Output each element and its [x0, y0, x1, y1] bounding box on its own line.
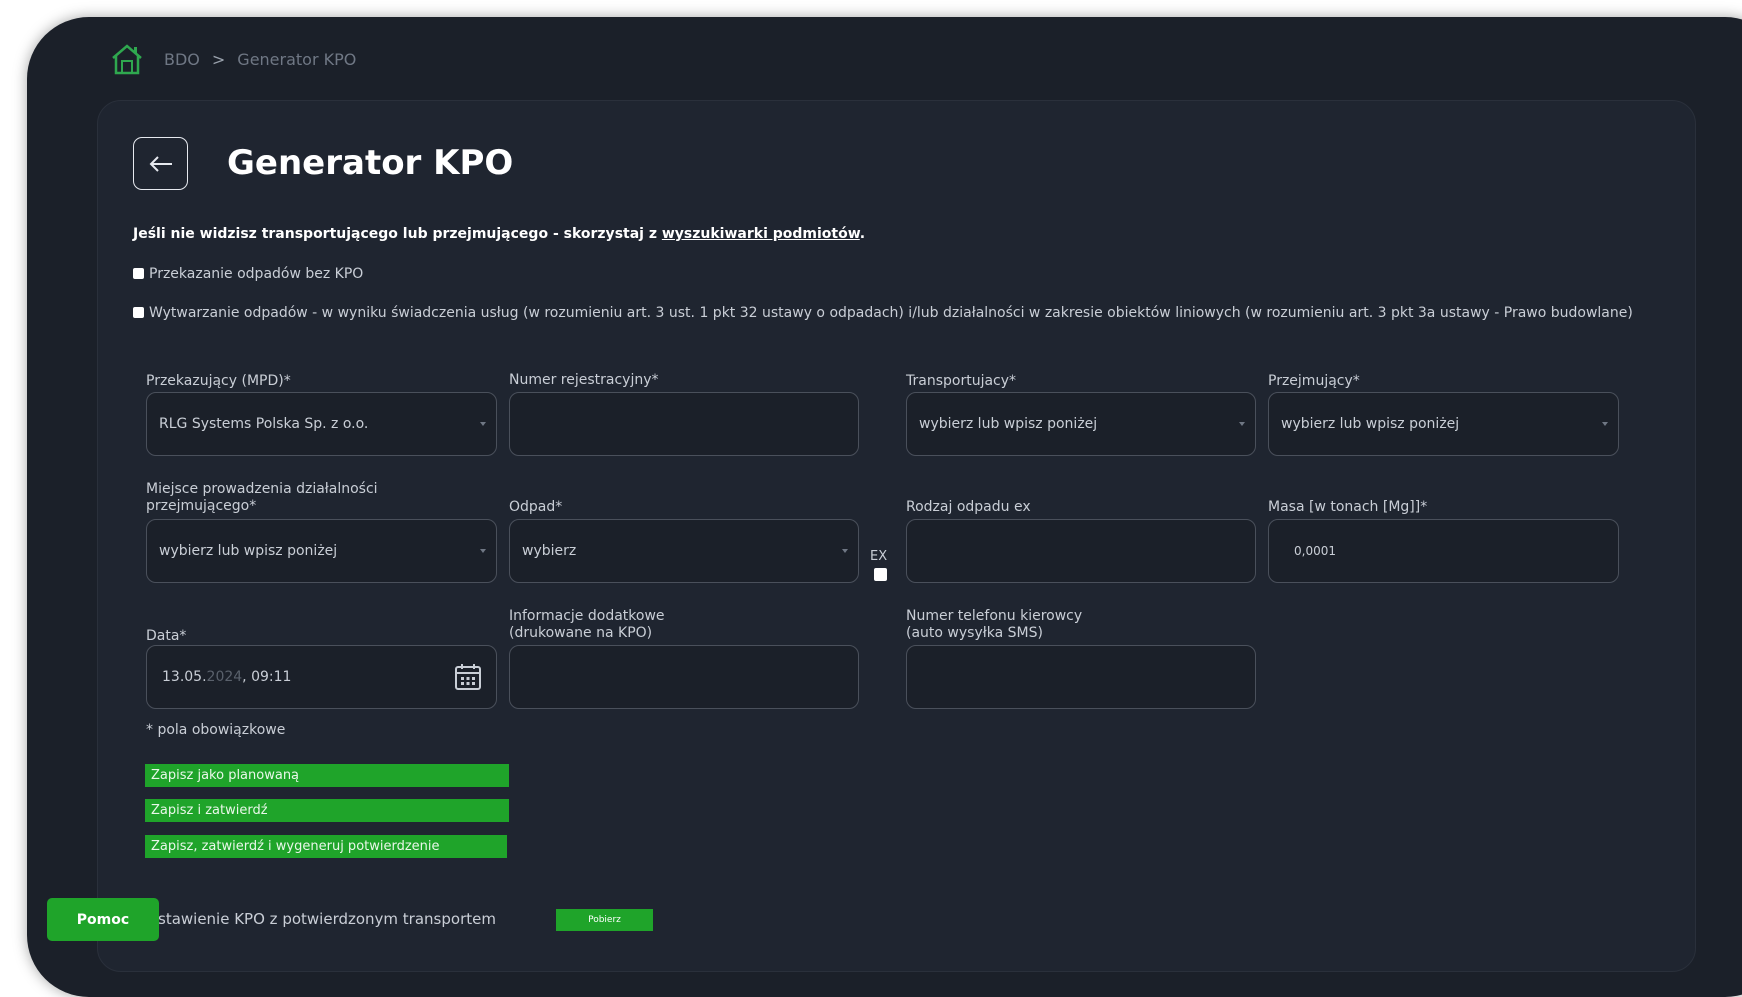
checkbox-box[interactable] [133, 307, 144, 318]
miejsce-label: Miejsce prowadzenia działalności przejmu… [146, 481, 378, 515]
save-confirm-button[interactable]: Zapisz i zatwierdź [145, 799, 509, 822]
ex-checkbox[interactable] [874, 568, 887, 581]
numer-rej-input[interactable] [509, 392, 859, 456]
notice-text-after: . [859, 226, 866, 242]
rodzaj-ex-input[interactable] [906, 519, 1256, 583]
breadcrumb-separator: > [211, 49, 226, 69]
numer-rej-label: Numer rejestracyjny* [509, 372, 659, 388]
przekazujacy-select[interactable]: RLG Systems Polska Sp. z o.o. [146, 392, 497, 456]
info-input[interactable] [509, 645, 859, 709]
rodzaj-ex-label: Rodzaj odpadu ex [906, 499, 1031, 515]
transportujacy-label: Transportujacy* [906, 373, 1017, 389]
odpad-value: wybierz [522, 543, 577, 559]
przejmujacy-value: wybierz lub wpisz poniżej [1281, 416, 1460, 432]
przejmujacy-select[interactable]: wybierz lub wpisz poniżej [1268, 392, 1619, 456]
download-button[interactable]: Pobierz [556, 909, 653, 931]
masa-label: Masa [w tonach [Mg]]* [1268, 499, 1428, 515]
date-time: , 09:11 [242, 669, 292, 685]
entity-search-link[interactable]: wyszukiwarki podmiotów [662, 226, 860, 242]
chevron-down-icon [1602, 422, 1608, 426]
arrow-left-icon [149, 155, 172, 172]
checkbox-waste-production[interactable]: Wytwarzanie odpadów - w wyniku świadczen… [133, 305, 1653, 322]
back-button[interactable] [133, 137, 188, 190]
przekazujacy-label: Przekazujący (MPD)* [146, 373, 291, 389]
info-label-line1: Informacje dodatkowe [509, 608, 665, 624]
date-year: 2024 [206, 669, 243, 685]
checkbox-box[interactable] [133, 268, 144, 279]
masa-value: 0,0001 [1294, 544, 1336, 558]
chevron-down-icon [1239, 422, 1245, 426]
date-input[interactable]: 13.05.2024, 09:11 [146, 645, 497, 709]
chevron-down-icon [842, 549, 848, 553]
home-icon[interactable] [110, 42, 144, 76]
checkbox-label: Przekazanie odpadów bez KPO [149, 266, 364, 282]
required-note: * pola obowiązkowe [146, 722, 286, 738]
telefon-label-line1: Numer telefonu kierowcy [906, 608, 1083, 624]
save-planned-button[interactable]: Zapisz jako planowaną [145, 764, 509, 787]
breadcrumb-root[interactable]: BDO [164, 50, 200, 69]
telefon-input[interactable] [906, 645, 1256, 709]
miejsce-label-line1: Miejsce prowadzenia działalności [146, 481, 378, 497]
date-value: 13.05.2024, 09:11 [162, 669, 291, 685]
info-label-line2: (drukowane na KPO) [509, 625, 653, 641]
breadcrumb-current: Generator KPO [237, 49, 357, 69]
telefon-label-line2: (auto wysyłka SMS) [906, 625, 1043, 641]
telefon-label: Numer telefonu kierowcy (auto wysyłka SM… [906, 608, 1082, 642]
page-title: Generator KPO [227, 143, 514, 183]
chevron-down-icon [480, 422, 486, 426]
breadcrumb: BDO > Generator KPO [110, 42, 356, 76]
miejsce-value: wybierz lub wpisz poniżej [159, 543, 338, 559]
transportujacy-value: wybierz lub wpisz poniżej [919, 416, 1098, 432]
notice-text-before: Jeśli nie widzisz transportującego lub p… [133, 226, 662, 242]
miejsce-label-line2: przejmującego* [146, 498, 257, 514]
notice-text: Jeśli nie widzisz transportującego lub p… [133, 226, 865, 242]
transportujacy-select[interactable]: wybierz lub wpisz poniżej [906, 392, 1256, 456]
checkbox-label: Wytwarzanie odpadów - w wyniku świadczen… [149, 305, 1633, 321]
ex-label: EX [870, 549, 888, 564]
chevron-down-icon [480, 549, 486, 553]
masa-input[interactable]: 0,0001 [1268, 519, 1619, 583]
miejsce-select[interactable]: wybierz lub wpisz poniżej [146, 519, 497, 583]
info-label: Informacje dodatkowe (drukowane na KPO) [509, 608, 665, 642]
data-label: Data* [146, 628, 187, 644]
przekazujacy-value: RLG Systems Polska Sp. z o.o. [159, 416, 369, 432]
kpo-report-text: stawienie KPO z potwierdzonym transporte… [158, 910, 496, 928]
odpad-label: Odpad* [509, 499, 563, 515]
calendar-icon[interactable] [454, 663, 482, 691]
date-day: 13.05. [162, 669, 207, 685]
przejmujacy-label: Przejmujący* [1268, 373, 1360, 389]
help-button[interactable]: Pomoc [47, 898, 159, 941]
save-confirm-generate-button[interactable]: Zapisz, zatwierdź i wygeneruj potwierdze… [145, 835, 507, 858]
odpad-select[interactable]: wybierz [509, 519, 859, 583]
checkbox-no-kpo[interactable]: Przekazanie odpadów bez KPO [133, 266, 363, 283]
